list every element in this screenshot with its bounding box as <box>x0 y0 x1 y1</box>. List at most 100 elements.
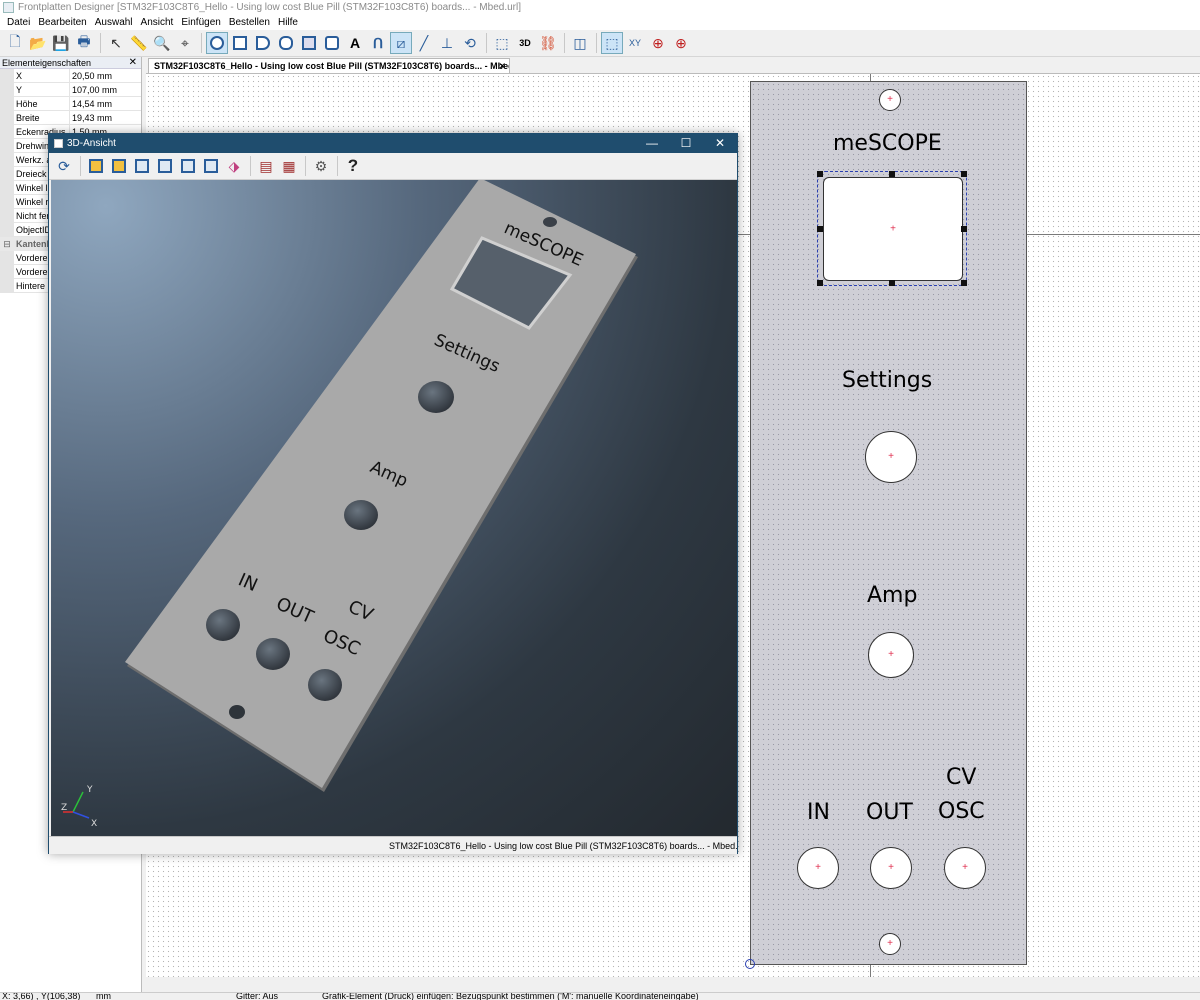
close-icon[interactable]: ✕ <box>129 57 137 69</box>
amp-label[interactable]: Amp <box>867 583 917 608</box>
3d-icon[interactable]: 3D <box>514 32 536 54</box>
rotate-icon[interactable]: ⟳ <box>53 155 75 177</box>
axis-y-label: Y <box>86 785 93 795</box>
property-value[interactable]: 14,54 mm <box>70 97 141 110</box>
app-title-bar: Frontplatten Designer [STM32F103C8T6_Hel… <box>0 0 1200 15</box>
panel-icon[interactable]: ◫ <box>569 32 591 54</box>
d-hole-icon[interactable] <box>252 32 274 54</box>
settings-icon[interactable]: ⚙ <box>310 155 332 177</box>
property-row[interactable]: Höhe 14,54 mm <box>0 97 141 111</box>
selection-handle[interactable] <box>889 280 895 286</box>
mount-hole-top[interactable]: + <box>879 89 901 111</box>
text-icon[interactable]: A <box>344 32 366 54</box>
open-icon[interactable]: 📂 <box>27 32 49 54</box>
menu-hilfe[interactable]: Hilfe <box>274 15 302 30</box>
selection-handle[interactable] <box>961 171 967 177</box>
new-icon[interactable]: 🗋 <box>4 32 26 54</box>
menu-bearbeiten[interactable]: Bearbeiten <box>34 15 90 30</box>
close-icon[interactable]: ✕ <box>498 59 506 73</box>
cv-label[interactable]: CV <box>946 765 976 790</box>
panel-title-label[interactable]: meSCOPE <box>833 131 942 156</box>
menu-einfuegen[interactable]: Einfügen <box>177 15 224 30</box>
selection-handle[interactable] <box>961 226 967 232</box>
3d-amp-hole <box>344 500 378 530</box>
graphic-icon[interactable]: ⧄ <box>390 32 412 54</box>
out-jack-hole[interactable]: + <box>870 847 912 889</box>
unit-select[interactable]: mm <box>96 993 111 1000</box>
help-icon[interactable]: ? <box>342 155 364 177</box>
display-cutout[interactable]: + <box>823 177 963 281</box>
view-left-icon[interactable] <box>131 155 153 177</box>
out-label[interactable]: OUT <box>866 800 913 825</box>
in-label[interactable]: IN <box>807 800 830 825</box>
curve-icon[interactable]: ᑎ <box>367 32 389 54</box>
grid-icon[interactable]: ▦ <box>278 155 300 177</box>
property-value[interactable]: 19,43 mm <box>70 111 141 124</box>
property-row[interactable]: Breite 19,43 mm <box>0 111 141 125</box>
view-top-icon[interactable] <box>177 155 199 177</box>
target-icon[interactable]: ⊕ <box>647 32 669 54</box>
cv-osc-jack-hole[interactable]: + <box>944 847 986 889</box>
ruler-icon[interactable]: 📏 <box>128 32 150 54</box>
toolbar-separator <box>305 156 306 176</box>
minimize-icon[interactable]: — <box>635 134 669 153</box>
property-name: Breite <box>14 111 70 124</box>
menu-bestellen[interactable]: Bestellen <box>225 15 274 30</box>
link-icon[interactable]: ⛓ <box>537 32 559 54</box>
crosshair-icon[interactable]: ⌖ <box>174 32 196 54</box>
property-value[interactable]: 20,50 mm <box>70 69 141 82</box>
mirror-icon[interactable]: ⟲ <box>459 32 481 54</box>
amp-hole[interactable]: + <box>868 632 914 678</box>
selection-handle[interactable] <box>817 226 823 232</box>
property-row[interactable]: Y 107,00 mm <box>0 83 141 97</box>
view-right-icon[interactable] <box>154 155 176 177</box>
pointer-icon[interactable]: ↖ <box>105 32 127 54</box>
selection-handle[interactable] <box>817 280 823 286</box>
pocket-icon[interactable] <box>298 32 320 54</box>
close-icon[interactable]: ✕ <box>703 134 737 153</box>
hole-icon[interactable] <box>206 32 228 54</box>
frame-icon[interactable]: ⬚ <box>491 32 513 54</box>
menu-ansicht[interactable]: Ansicht <box>137 15 178 30</box>
settings-label[interactable]: Settings <box>842 368 932 393</box>
3d-view-window[interactable]: 3D-Ansicht — ☐ ✕ ⟳ ⬗ ▤ ▦ ⚙ ? meSCOPE Set… <box>48 133 738 854</box>
save-icon[interactable]: 💾 <box>50 32 72 54</box>
front-panel-2d[interactable]: + meSCOPE + Settings + Amp + CV IN OUT O… <box>750 81 1027 965</box>
view-front-icon[interactable] <box>85 155 107 177</box>
menu-auswahl[interactable]: Auswahl <box>91 15 137 30</box>
view-back-icon[interactable] <box>108 155 130 177</box>
settings-hole[interactable]: + <box>865 431 917 483</box>
selection-handle[interactable] <box>817 171 823 177</box>
maximize-icon[interactable]: ☐ <box>669 134 703 153</box>
properties-title: Elementeigenschaften <box>2 58 92 68</box>
layers-icon[interactable]: ▤ <box>255 155 277 177</box>
collapse-icon[interactable]: ⊟ <box>0 237 14 251</box>
selection-handle[interactable] <box>889 171 895 177</box>
3d-window-title-bar[interactable]: 3D-Ansicht — ☐ ✕ <box>49 134 737 153</box>
print-icon[interactable]: 🖶 <box>73 32 95 54</box>
nut-icon[interactable]: ⊥ <box>436 32 458 54</box>
texture-icon[interactable]: ⬗ <box>223 155 245 177</box>
select-mode-icon[interactable]: ⬚ <box>601 32 623 54</box>
dd-hole-icon[interactable] <box>275 32 297 54</box>
mount-hole-bottom[interactable]: + <box>879 933 901 955</box>
bolt-icon[interactable] <box>321 32 343 54</box>
view-iso-icon[interactable] <box>200 155 222 177</box>
in-jack-hole[interactable]: + <box>797 847 839 889</box>
property-row[interactable]: X 20,50 mm <box>0 69 141 83</box>
rect-hole-icon[interactable] <box>229 32 251 54</box>
line-icon[interactable]: ╱ <box>413 32 435 54</box>
property-value[interactable]: 107,00 mm <box>70 83 141 96</box>
xy-icon[interactable]: XY <box>624 32 646 54</box>
grid-select[interactable]: Gitter: Aus <box>236 993 278 1000</box>
3d-viewport[interactable]: meSCOPE Settings Amp IN OUT CV OSC Y Z X <box>51 180 737 836</box>
selection-handle[interactable] <box>961 280 967 286</box>
3d-in-hole <box>206 609 240 641</box>
property-name: X <box>14 69 70 82</box>
document-tab[interactable]: STM32F103C8T6_Hello - Using low cost Blu… <box>148 58 510 73</box>
xy-target-icon[interactable]: ⊕ <box>670 32 692 54</box>
zoom-icon[interactable]: 🔍 <box>151 32 173 54</box>
osc-label[interactable]: OSC <box>938 799 985 824</box>
toolbar-separator <box>250 156 251 176</box>
menu-datei[interactable]: Datei <box>3 15 34 30</box>
